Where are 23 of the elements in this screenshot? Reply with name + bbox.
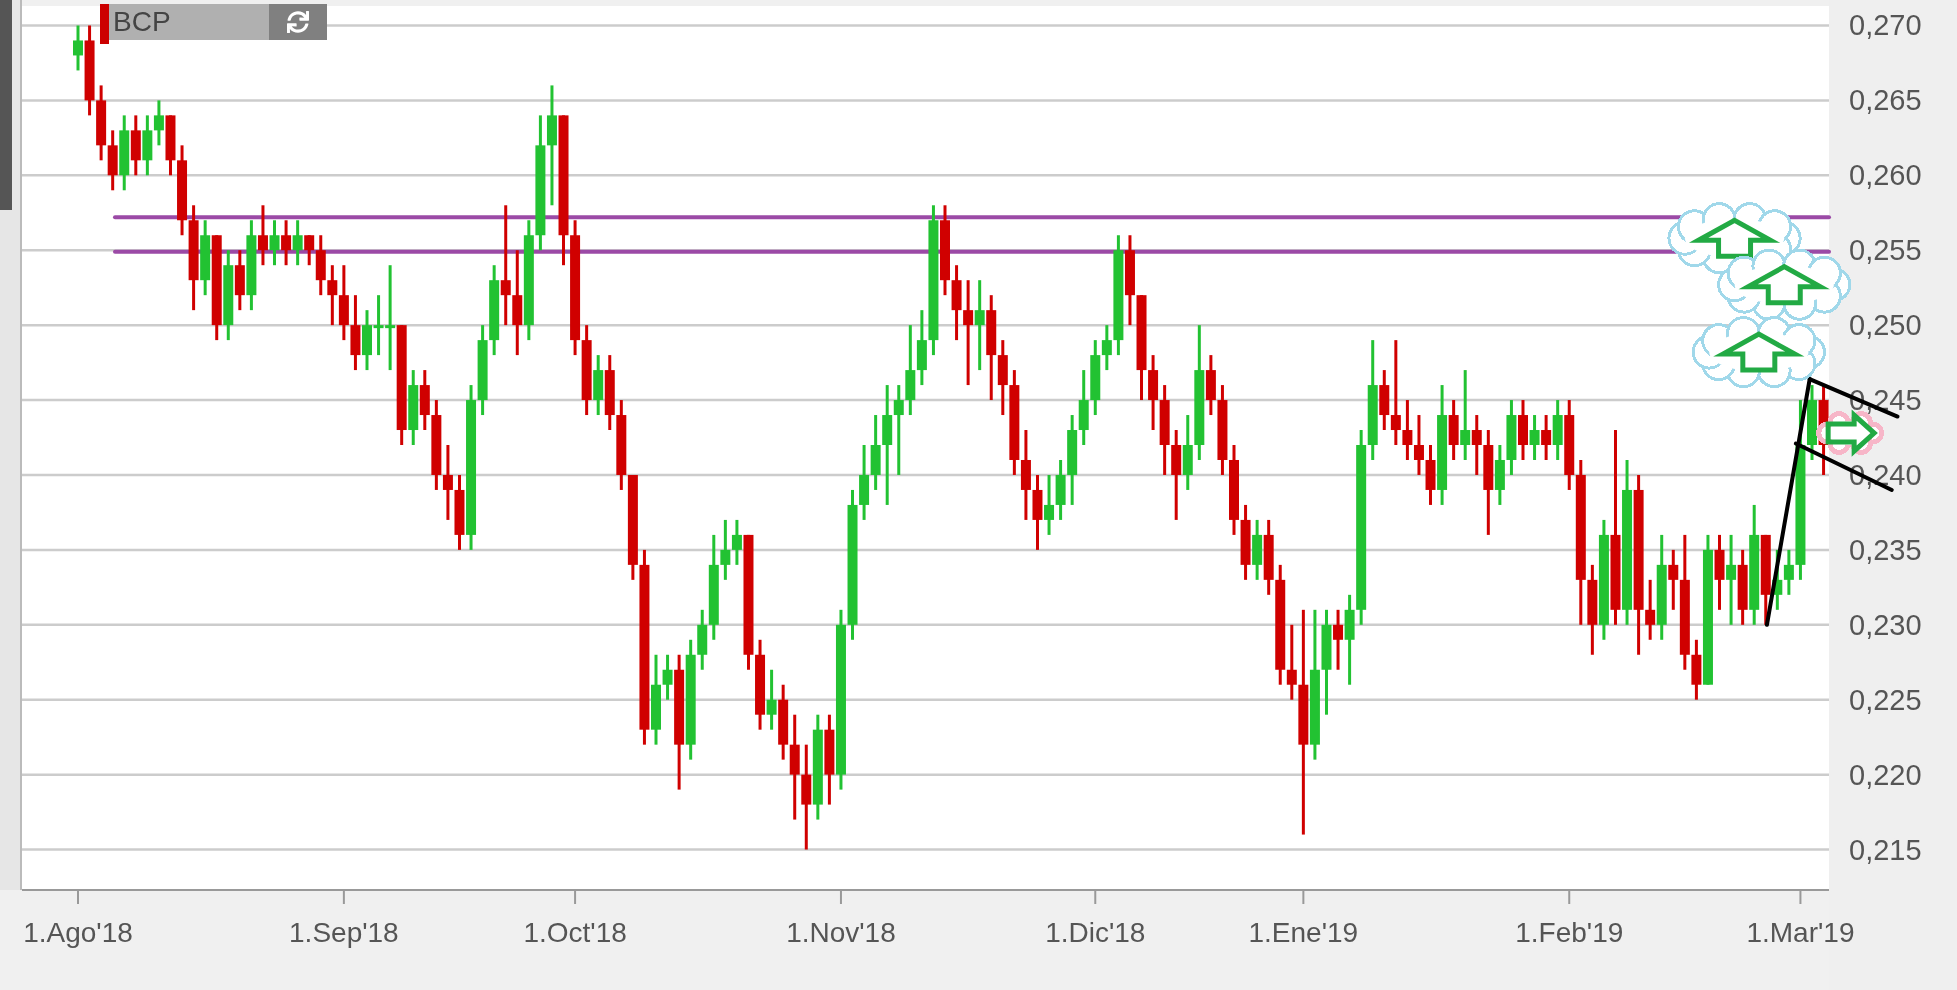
- y-tick-label: 0,235: [1849, 533, 1922, 566]
- y-tick-label: 0,225: [1849, 683, 1922, 716]
- scroll-thumb[interactable]: [0, 0, 12, 210]
- x-tick-label: 1.Ago'18: [23, 917, 133, 948]
- y-tick-label: 0,260: [1849, 159, 1922, 192]
- x-tick-label: 1.Nov'18: [786, 917, 896, 948]
- x-tick-label: 1.Sep'18: [289, 917, 399, 948]
- refresh-button[interactable]: [269, 4, 327, 40]
- color-marker: [100, 4, 109, 44]
- y-tick-label: 0,270: [1849, 9, 1922, 42]
- x-tick-label: 1.Oct'18: [523, 917, 627, 948]
- x-tick-label: 1.Feb'19: [1515, 917, 1624, 948]
- y-tick-label: 0,230: [1849, 608, 1922, 641]
- x-tick-label: 1.Dic'18: [1045, 917, 1146, 948]
- x-tick-label: 1.Ene'19: [1248, 917, 1359, 948]
- y-tick-label: 0,215: [1849, 833, 1922, 866]
- y-tick-label: 0,250: [1849, 309, 1922, 342]
- y-tick-label: 0,220: [1849, 758, 1922, 791]
- y-tick-label: 0,255: [1849, 234, 1922, 267]
- y-tick-label: 0,265: [1849, 84, 1922, 117]
- symbol-field[interactable]: BCP: [109, 4, 269, 40]
- refresh-icon: [287, 11, 309, 33]
- x-tick-label: 1.Mar'19: [1746, 917, 1855, 948]
